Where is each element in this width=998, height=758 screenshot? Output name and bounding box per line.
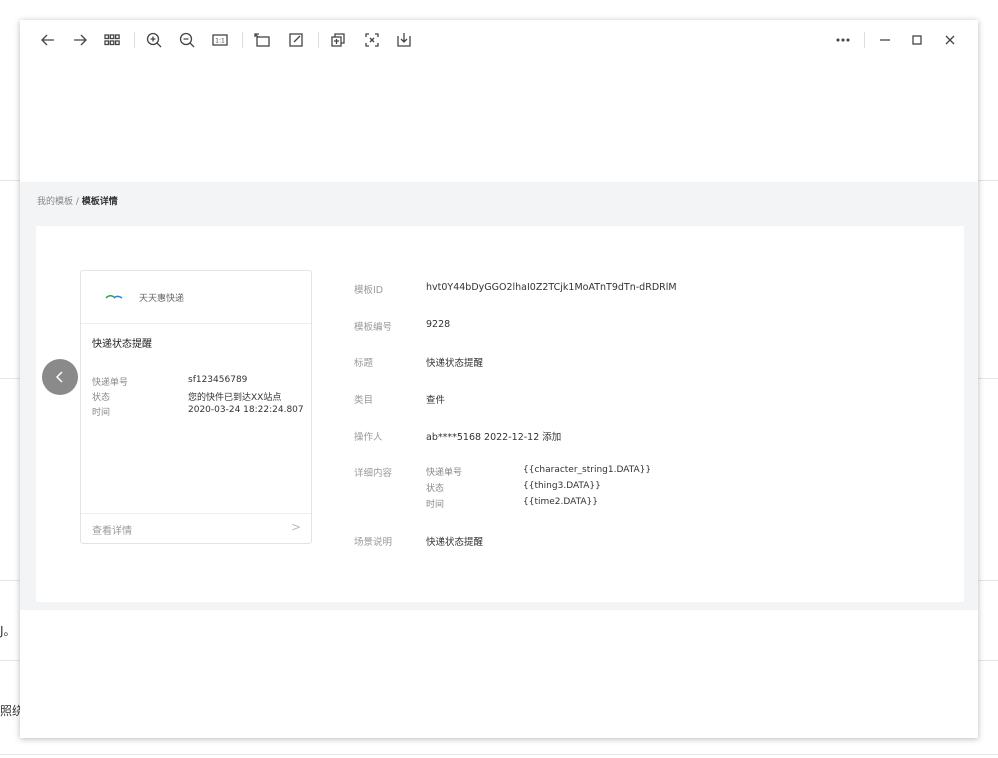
actual-size-icon[interactable]: 1:1 [208,28,232,52]
minimize-icon[interactable] [873,28,897,52]
toolbar-separator [318,32,319,48]
maximize-icon[interactable] [905,28,929,52]
detail-value-template-number: 9228 [426,319,451,330]
more-icon[interactable] [831,28,855,52]
content-field-label: 时间 [426,500,445,510]
previous-button[interactable] [42,359,78,395]
rotate-icon[interactable] [250,28,274,52]
content-field-value: {{time2.DATA}} [523,497,599,507]
content-field-label: 状态 [426,484,445,494]
detail-value-scenario: 快递状态提醒 [426,537,484,548]
image-viewer-window: 1:1 我的模板 / 模板详情 天天惠快递 快递状态提醒 快递单号 sf1234… [20,20,978,738]
background-text: J。 [0,624,16,638]
detail-label-template-number: 模板编号 [354,322,393,333]
card-field-value: 2020-03-24 18:22:24.807 [188,405,304,415]
detail-value-operator: ab****5168 2022-12-12 添加 [426,432,562,443]
detail-label-content: 详细内容 [354,468,393,479]
zoom-out-icon[interactable] [175,28,199,52]
detail-label-scenario: 场景说明 [354,537,393,548]
detail-label-category: 类目 [354,395,374,406]
copy-icon[interactable] [326,28,350,52]
detail-label-template-id: 模板ID [354,285,384,296]
content-field-value: {{thing3.DATA}} [523,481,601,491]
template-preview-card: 天天惠快递 快递状态提醒 快递单号 sf123456789 状态 您的快件已到达… [80,270,312,544]
card-field-label: 状态 [92,393,111,403]
brand-name: 天天惠快递 [139,294,185,304]
content-field-label: 快递单号 [426,468,463,478]
card-field-value: sf123456789 [188,375,248,385]
view-details-link[interactable]: 查看详情 > [81,513,311,544]
template-detail-screenshot: 我的模板 / 模板详情 天天惠快递 快递状态提醒 快递单号 sf12345678… [20,182,978,610]
card-header: 天天惠快递 [81,271,311,324]
breadcrumb-separator: / [73,197,82,207]
chevron-right-icon: > [291,520,302,534]
detail-value-title: 快递状态提醒 [426,358,484,369]
template-detail-panel: 天天惠快递 快递状态提醒 快递单号 sf123456789 状态 您的快件已到达… [36,226,964,602]
detail-label-operator: 操作人 [354,432,383,443]
toolbar-separator [134,32,135,48]
breadcrumb-parent[interactable]: 我的模板 [37,197,73,207]
detail-value-template-id: hvt0Y44bDyGGO2lhaI0Z2TCjk1MoATnT9dTn-dRD… [426,282,677,293]
card-title: 快递状态提醒 [92,339,152,350]
toolbar-separator [864,32,865,48]
viewer-toolbar: 1:1 [20,20,978,60]
breadcrumb: 我的模板 / 模板详情 [37,194,118,207]
content-field-value: {{character_string1.DATA}} [523,465,652,475]
grid-icon[interactable] [100,28,124,52]
toolbar-separator [242,32,243,48]
close-icon[interactable] [938,28,962,52]
brand-logo-icon [105,295,123,299]
breadcrumb-current: 模板详情 [81,197,118,207]
chevron-left-icon [55,371,63,383]
detail-label-title: 标题 [354,358,374,369]
detail-value-category: 查件 [426,395,446,406]
zoom-in-icon[interactable] [142,28,166,52]
edit-icon[interactable] [284,28,308,52]
card-field-value: 您的快件已到达XX站点 [188,393,282,403]
download-icon[interactable] [392,28,416,52]
svg-text:1:1: 1:1 [215,38,225,45]
view-details-label: 查看详情 [92,526,132,537]
text-extract-icon[interactable] [360,28,384,52]
card-field-label: 快递单号 [92,378,129,388]
card-field-label: 时间 [92,408,111,418]
arrow-right-icon[interactable] [68,28,92,52]
divider [0,754,998,755]
arrow-left-icon[interactable] [36,28,60,52]
